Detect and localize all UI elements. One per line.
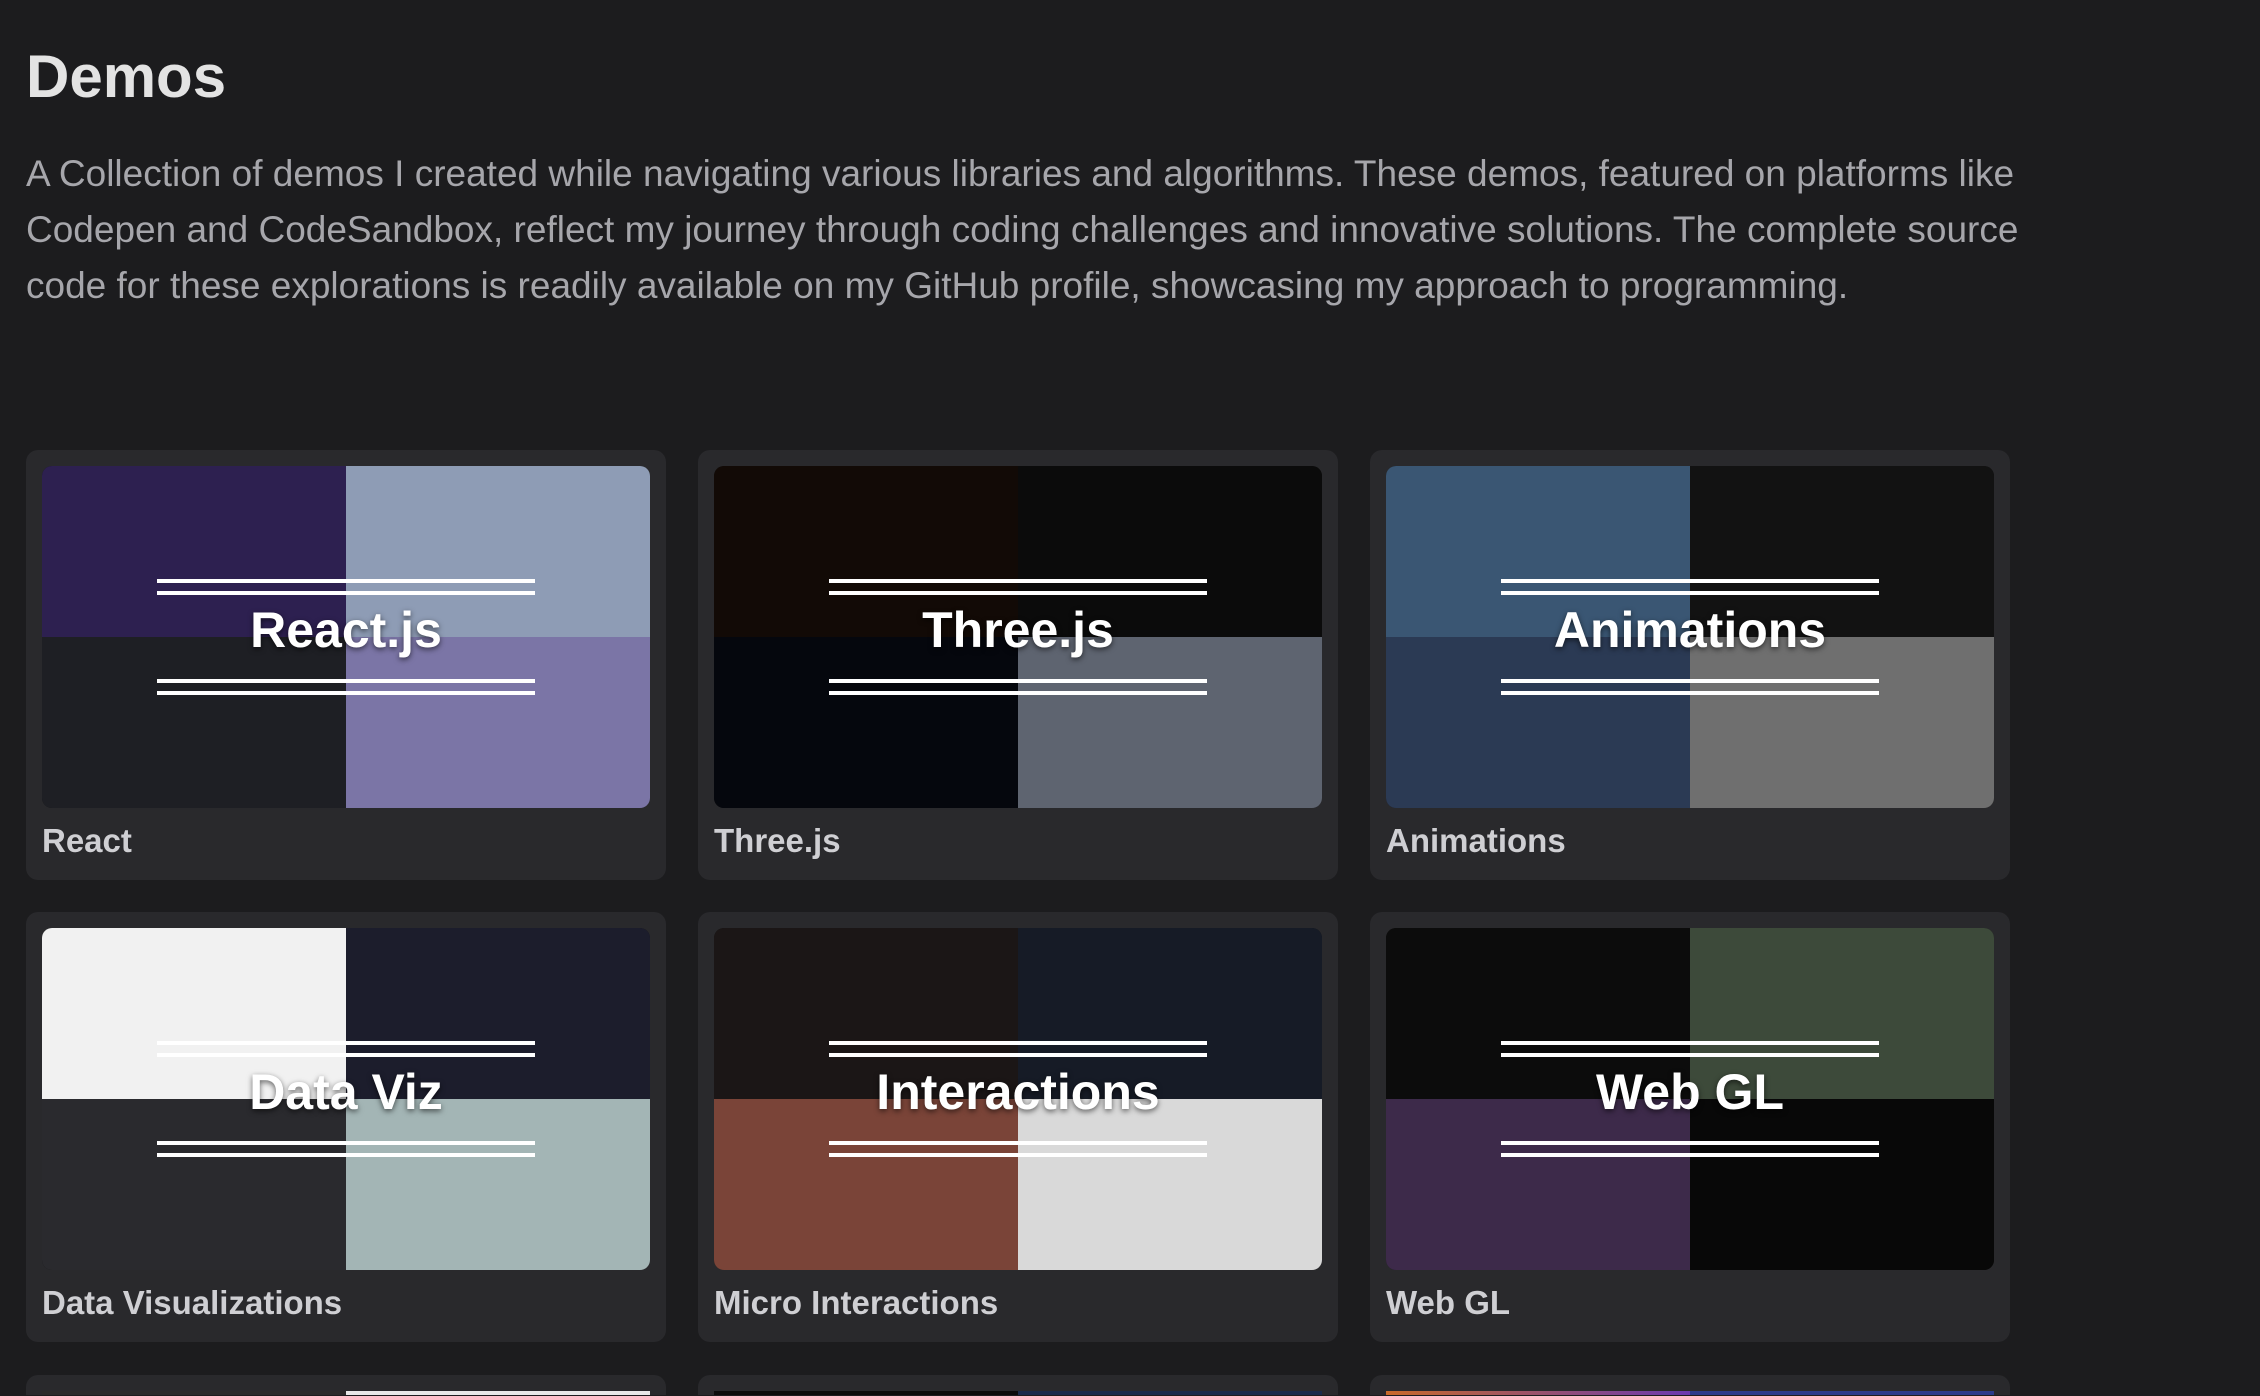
demo-thumbnail[interactable]: Data Viz [42,928,650,1270]
overlay-lines-top [829,1041,1207,1045]
thumbnail-quadrant [346,1099,650,1270]
overlay-lines-bottom [829,1141,1207,1145]
overlay-lines-bottom [1501,1141,1879,1145]
card-label[interactable]: Animations [1386,822,1566,860]
thumbnail-quadrant [1018,1099,1322,1270]
demo-card-partial[interactable] [1370,1375,2010,1395]
overlay-lines-top [157,1041,535,1045]
demo-thumbnail[interactable]: Web GL [1386,928,1994,1270]
thumbnail-quadrant [346,637,650,808]
overlay-title: Three.js [922,602,1114,658]
overlay-lines-bottom [829,679,1207,683]
card-label[interactable]: Three.js [714,822,841,860]
thumbnail-edge [1386,1391,1994,1395]
overlay-lines-top [157,579,535,583]
card-label[interactable]: Data Visualizations [42,1284,342,1322]
demo-card-threejs[interactable]: Three.js Three.js [698,450,1338,880]
thumbnail-quadrant [1018,637,1322,808]
demo-thumbnail[interactable]: Three.js [714,466,1322,808]
overlay-lines-bottom [157,1141,535,1145]
thumbnail-edge [714,1391,1322,1395]
overlay-lines-bottom [157,679,535,683]
demo-card-partial[interactable] [698,1375,1338,1395]
demo-thumbnail[interactable]: Animations [1386,466,1994,808]
thumbnail-quadrant [714,1099,1018,1270]
demo-card-animations[interactable]: Animations Animations [1370,450,2010,880]
overlay-title: React.js [250,602,442,658]
page-description: A Collection of demos I created while na… [26,153,2019,306]
demo-card-webgl[interactable]: Web GL Web GL [1370,912,2010,1342]
thumbnail-quadrant [42,1099,346,1270]
overlay-title: Interactions [876,1064,1160,1120]
thumbnail-quadrant [1690,1099,1994,1270]
overlay-lines-top [1501,1041,1879,1045]
demo-card-react[interactable]: React.js React [26,450,666,880]
thumbnail-quadrant [1386,1099,1690,1270]
thumbnail-quadrant [1690,637,1994,808]
demo-thumbnail[interactable]: Interactions [714,928,1322,1270]
card-label[interactable]: Web GL [1386,1284,1510,1322]
overlay-lines-top [1501,579,1879,583]
overlay-lines-bottom [1501,679,1879,683]
overlay-lines-top [829,579,1207,583]
thumbnail-quadrant [1386,637,1690,808]
demo-thumbnail[interactable]: React.js [42,466,650,808]
thumbnail-quadrant [42,637,346,808]
thumbnail-quadrant [714,637,1018,808]
card-label[interactable]: React [42,822,132,860]
overlay-title: Animations [1553,602,1827,658]
card-label[interactable]: Micro Interactions [714,1284,998,1322]
demo-card-interactions[interactable]: Interactions Micro Interactions [698,912,1338,1342]
page-title: Demos [26,43,227,110]
demo-card-data-viz[interactable]: Data Viz Data Visualizations [26,912,666,1342]
thumbnail-edge [42,1391,650,1395]
demos-page: Demos A Collection of demos I created wh… [0,0,2260,1396]
overlay-title: Data Viz [249,1064,443,1120]
demo-card-partial[interactable] [26,1375,666,1395]
overlay-title: Web GL [1596,1064,1784,1120]
